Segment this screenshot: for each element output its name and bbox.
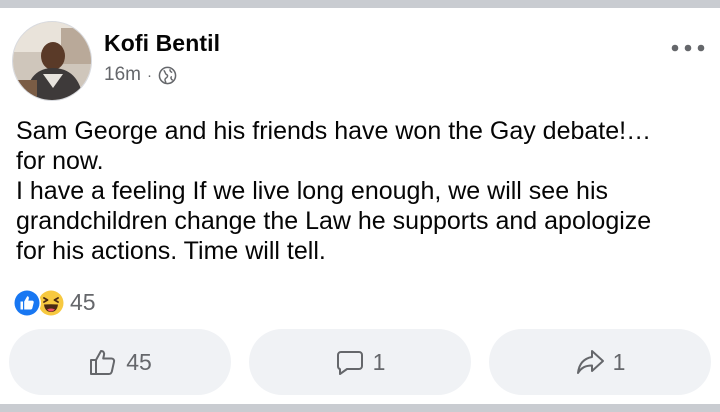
more-options-button[interactable]: [668, 38, 708, 58]
post-text-line: I have a feeling If we live long enough,…: [16, 177, 609, 205]
feed-divider-top: [0, 0, 720, 8]
like-icon: [13, 289, 41, 317]
globe-icon: [158, 66, 177, 84]
comment-icon: [336, 351, 363, 375]
share-count: 1: [612, 348, 626, 375]
reaction-summary[interactable]: 45: [12, 286, 96, 318]
reaction-count: 45: [70, 288, 96, 315]
comment-button[interactable]: 1: [249, 329, 471, 395]
author-name[interactable]: Kofi Bentil: [104, 30, 220, 57]
feed-divider-bottom: [0, 404, 720, 412]
facebook-post: Kofi Bentil 16m · Sam George and his fri…: [0, 8, 720, 404]
share-button[interactable]: 1: [489, 329, 711, 395]
post-text-line: Sam George and his friends have won the …: [16, 117, 652, 145]
profile-photo: [13, 22, 91, 100]
meta-separator: ·: [146, 66, 152, 84]
avatar[interactable]: [12, 21, 92, 101]
share-icon: [576, 350, 604, 374]
like-button[interactable]: 45: [9, 329, 231, 395]
post-meta: 16m ·: [104, 64, 177, 86]
like-count: 45: [126, 348, 152, 375]
post-text-line: for now.: [16, 147, 104, 175]
ellipsis-icon: [671, 44, 705, 52]
post-body: Sam George and his friends have won the …: [16, 116, 708, 266]
post-text-line: for his actions. Time will tell.: [16, 237, 326, 265]
reaction-icons: [12, 286, 68, 318]
post-text-line: grandchildren change the Law he supports…: [16, 207, 652, 235]
comment-count: 1: [372, 348, 386, 375]
thumbs-up-icon: [90, 350, 116, 375]
action-bar: 45 1 1: [0, 329, 720, 395]
post-timestamp[interactable]: 16m: [104, 64, 141, 86]
